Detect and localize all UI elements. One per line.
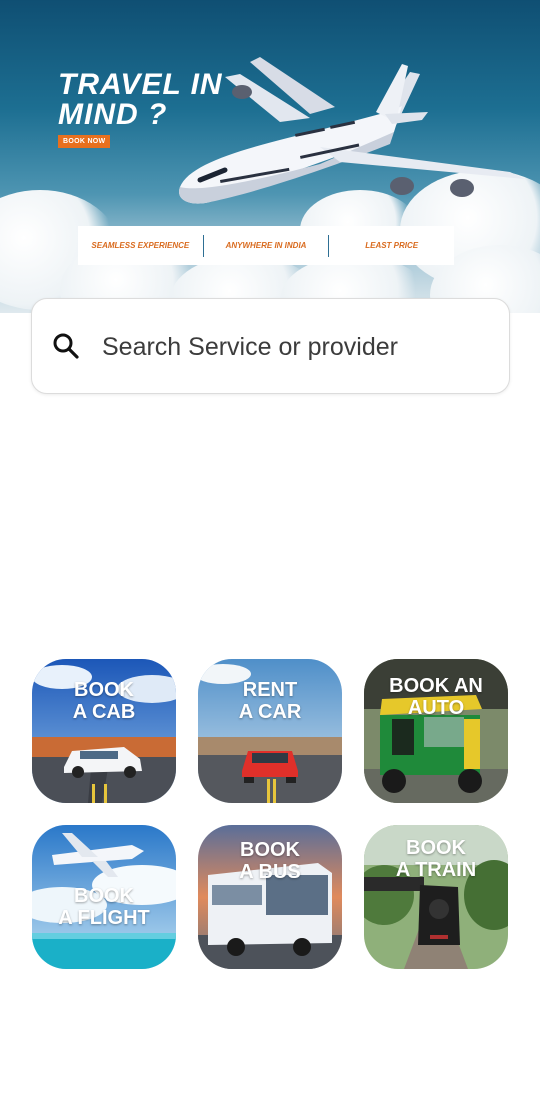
service-label: BOOK A BUS — [239, 839, 301, 883]
service-label: BOOK A TRAIN — [395, 837, 477, 881]
feature-bar: SEAMLESS EXPERIENCE ANYWHERE IN INDIA LE… — [78, 226, 454, 265]
service-book-cab[interactable]: BOOK A CAB — [32, 659, 176, 803]
book-now-button[interactable]: BOOK NOW — [58, 135, 111, 148]
hero-banner: TRAVEL IN MIND ? BOOK NOW SEAMLESS EXPER… — [0, 0, 540, 313]
service-book-bus[interactable]: BOOK A BUS — [198, 825, 342, 969]
service-label: RENT A CAR — [238, 679, 302, 723]
search-input[interactable]: Search Service or provider — [102, 332, 398, 362]
service-label: BOOK A FLIGHT — [58, 885, 150, 929]
feature-least-price: LEAST PRICE — [365, 241, 419, 250]
service-label: BOOK AN AUTO — [389, 675, 483, 719]
service-label: BOOK A CAB — [72, 679, 136, 723]
feature-seamless: SEAMLESS EXPERIENCE — [91, 241, 190, 250]
service-book-flight[interactable]: BOOK A FLIGHT — [32, 825, 176, 969]
airplane-illustration — [179, 57, 525, 204]
service-book-train[interactable]: BOOK A TRAIN — [364, 825, 508, 969]
search-icon — [53, 333, 79, 359]
feature-anywhere: ANYWHERE IN INDIA — [225, 241, 307, 250]
service-rent-car[interactable]: RENT A CAR — [198, 659, 342, 803]
service-book-auto[interactable]: BOOK AN AUTO — [364, 659, 508, 803]
